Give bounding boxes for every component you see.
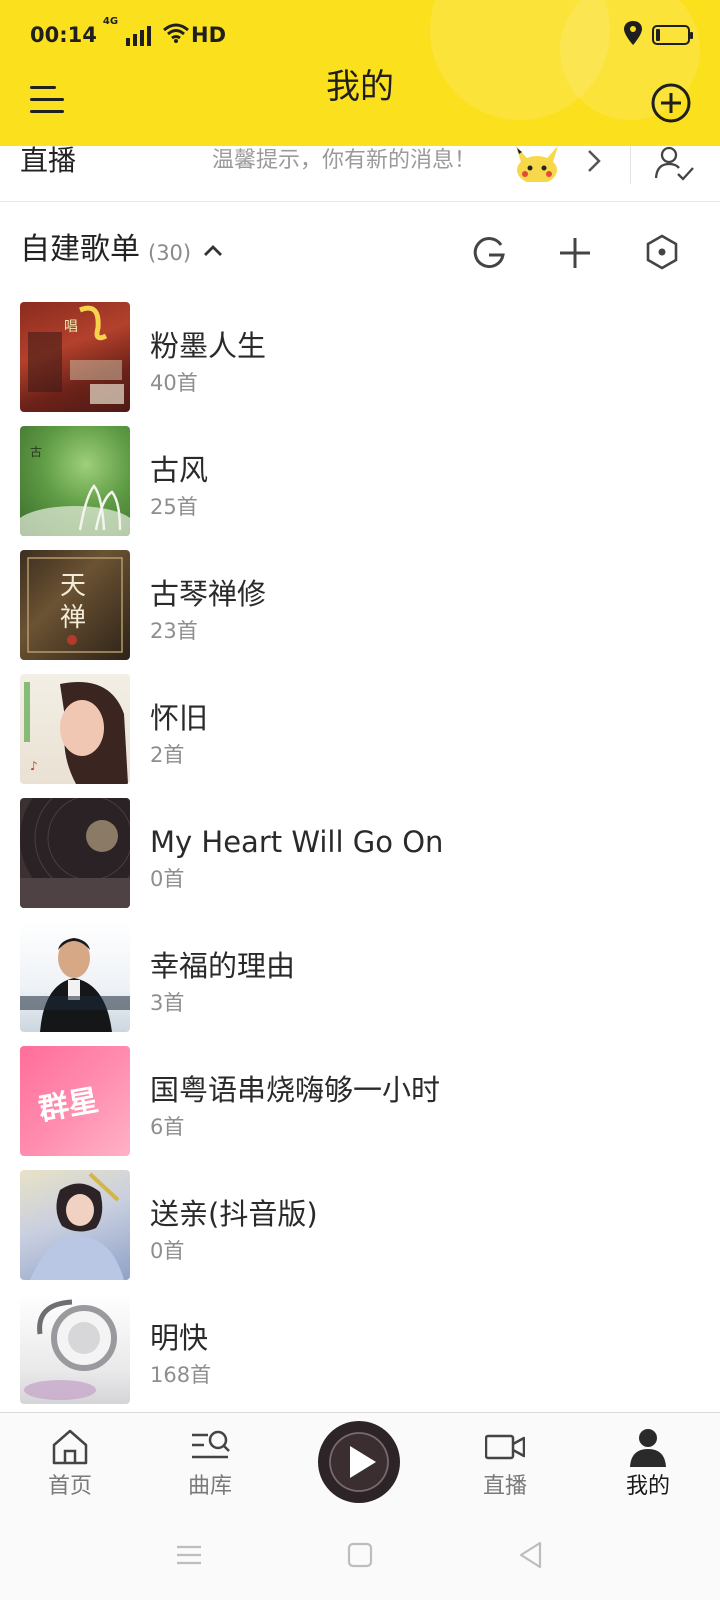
playlist-count: 168首 [150, 1363, 212, 1387]
location-icon [624, 20, 642, 50]
playlist-cover: 古 [20, 426, 130, 536]
nav-live[interactable]: 直播 [445, 1413, 565, 1513]
playlist-count: 25首 [150, 495, 198, 519]
svg-text:♪: ♪ [30, 759, 38, 773]
live-row[interactable]: 直播 温馨提示，你有新的消息！ [0, 146, 720, 202]
wifi-icon [163, 23, 189, 48]
page-title: 我的 [326, 67, 394, 107]
playlist-name: 怀旧 [150, 701, 209, 735]
playlist-cover: 唱 [20, 302, 130, 412]
cover-text: 群星 [36, 1083, 102, 1128]
playlist-count: 0首 [150, 1239, 185, 1263]
playlist-name: 古琴禅修 [150, 577, 267, 611]
nav-mine[interactable]: 我的 [588, 1413, 708, 1513]
live-tip[interactable]: 温馨提示，你有新的消息！ [212, 146, 476, 176]
cover-text: 唱 [64, 319, 78, 335]
playlist-name: 国粤语串烧嗨够一小时 [150, 1073, 441, 1107]
pikachu-avatar-icon[interactable] [512, 146, 562, 184]
section-count: (30) [148, 241, 192, 265]
person-icon [628, 1427, 668, 1467]
list-item[interactable]: 天禅 古琴禅修 23首 [0, 548, 720, 660]
back-triangle-icon[interactable] [516, 1540, 546, 1570]
list-item[interactable]: 古 古风 25首 [0, 424, 720, 536]
playlist-name: 古风 [150, 453, 209, 487]
list-item[interactable]: 送亲(抖音版) 0首 [0, 1168, 720, 1280]
signal-icon [126, 24, 152, 46]
play-icon [350, 1446, 376, 1478]
list-item[interactable]: 明快 168首 [0, 1292, 720, 1404]
playlist-cover [20, 798, 130, 908]
nav-label: 曲库 [187, 1474, 232, 1499]
playlist-name: 明快 [150, 1321, 209, 1355]
battery-icon [652, 25, 693, 45]
add-playlist-icon[interactable] [556, 234, 594, 272]
divider [630, 146, 631, 184]
playlist-cover: 天禅 [20, 550, 130, 660]
playlist-name: My Heart Will Go On [150, 825, 444, 859]
playlist-section-header: 自建歌单 (30) [0, 222, 720, 282]
network-type: 4G [102, 16, 119, 27]
wifi-label: HD [191, 23, 227, 47]
svg-text:古: 古 [30, 444, 42, 459]
library-search-icon [190, 1427, 230, 1467]
playlist-count: 3首 [150, 991, 185, 1015]
home-square-icon[interactable] [345, 1540, 375, 1570]
playlist-cover: ♪ [20, 674, 130, 784]
playlist-count: 23首 [150, 619, 198, 643]
home-icon [50, 1427, 90, 1467]
person-check-icon[interactable] [654, 146, 696, 182]
playlist-cover [20, 1294, 130, 1404]
nav-label: 首页 [47, 1474, 92, 1499]
nav-home[interactable]: 首页 [10, 1413, 130, 1513]
add-circle-icon[interactable] [650, 82, 692, 124]
import-g-icon[interactable] [470, 234, 508, 272]
list-item[interactable]: My Heart Will Go On 0首 [0, 796, 720, 908]
playlist-name: 粉墨人生 [150, 329, 267, 363]
playlist-name: 幸福的理由 [150, 949, 296, 983]
list-item[interactable]: 群星 国粤语串烧嗨够一小时 6首 [0, 1044, 720, 1156]
section-title[interactable]: 自建歌单 [20, 230, 140, 270]
playlist-cover [20, 922, 130, 1032]
nav-label: 我的 [625, 1474, 670, 1499]
header-bar: 00:14 4G HD 我的 [0, 0, 720, 146]
now-playing-disc[interactable] [318, 1421, 400, 1503]
nav-label: 直播 [482, 1474, 527, 1499]
settings-hexagon-icon[interactable] [642, 232, 682, 272]
playlist-cover [20, 1170, 130, 1280]
playlist-count: 6首 [150, 1115, 185, 1139]
chevron-right-icon[interactable] [584, 148, 604, 174]
chevron-up-icon[interactable] [202, 240, 224, 262]
nav-library[interactable]: 曲库 [150, 1413, 270, 1513]
list-item[interactable]: ♪ 怀旧 2首 [0, 672, 720, 784]
playlist-count: 0首 [150, 867, 185, 891]
playlist-cover: 群星 [20, 1046, 130, 1156]
bottom-nav: 首页 曲库 直播 我的 [0, 1412, 720, 1512]
playlist-count: 40首 [150, 371, 198, 395]
cover-text: 天禅 [60, 571, 87, 633]
live-label: 直播 [20, 144, 77, 177]
playlist-count: 2首 [150, 743, 185, 767]
list-item[interactable]: 唱 粉墨人生 40首 [0, 300, 720, 412]
recent-apps-icon[interactable] [174, 1540, 204, 1570]
video-camera-icon [484, 1427, 526, 1467]
system-nav-bar [0, 1512, 720, 1600]
status-bar: 00:14 4G HD [0, 0, 720, 70]
playlist-name: 送亲(抖音版) [150, 1197, 318, 1231]
list-item[interactable]: 幸福的理由 3首 [0, 920, 720, 1032]
status-time: 00:14 [30, 23, 97, 47]
